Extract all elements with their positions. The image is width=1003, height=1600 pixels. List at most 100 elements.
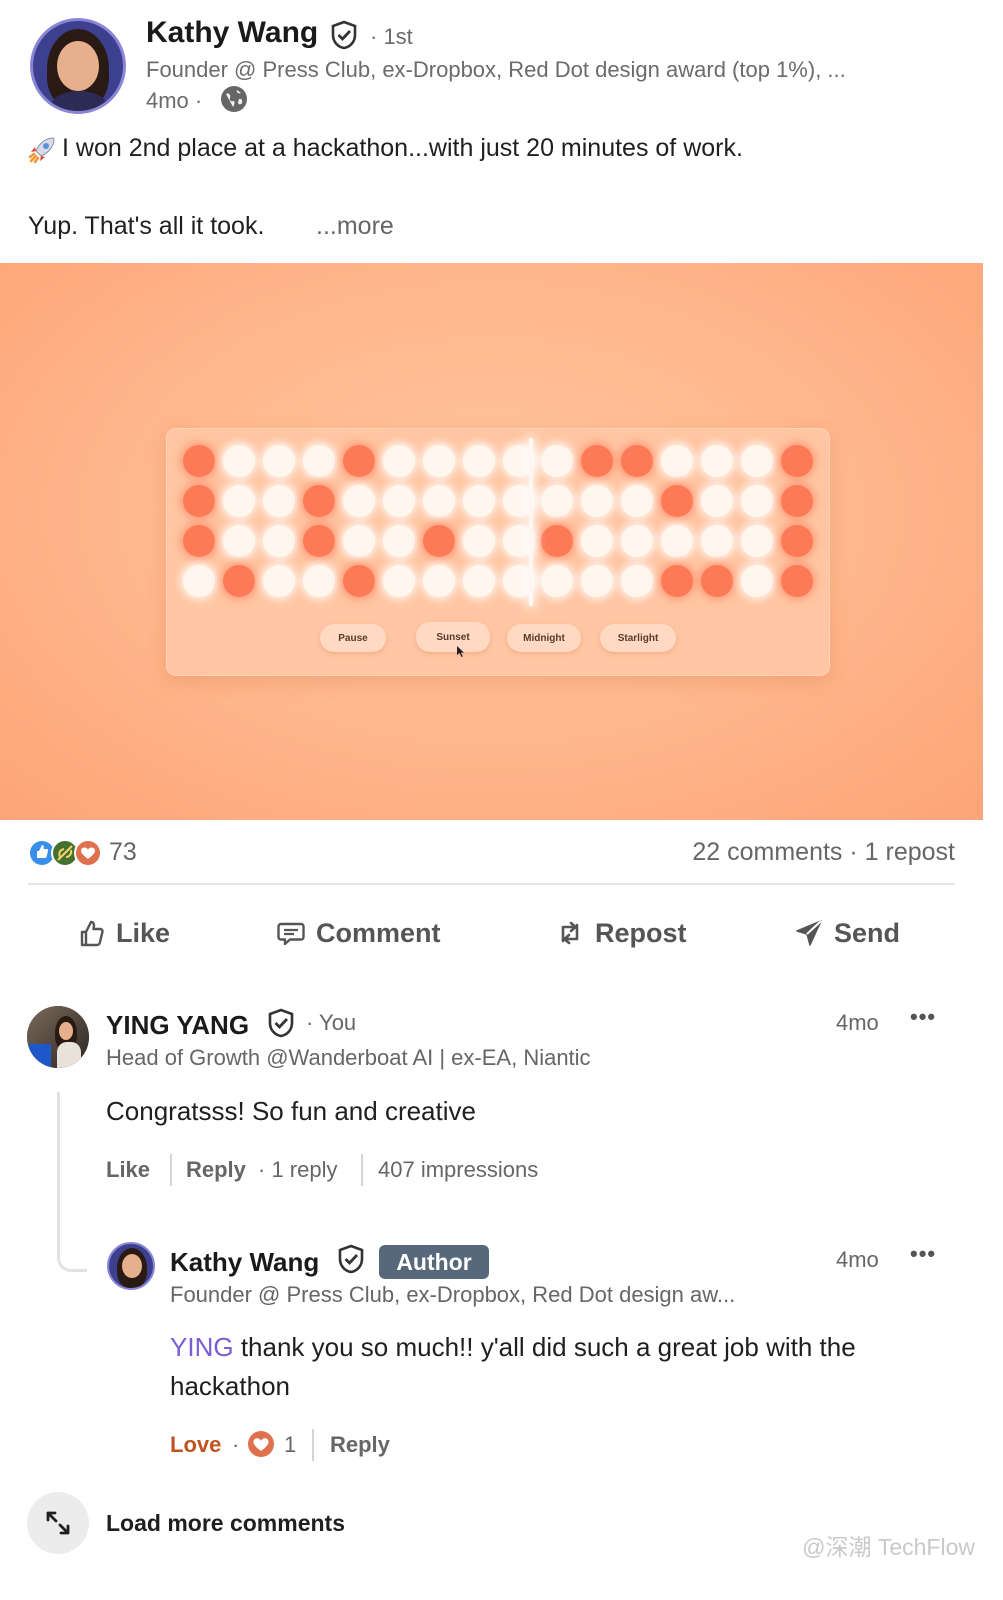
repost-label: Repost [595, 917, 687, 948]
led-dot [303, 525, 335, 557]
author-name[interactable]: Kathy Wang [146, 16, 318, 50]
led-dot [541, 445, 573, 477]
led-dot [383, 445, 415, 477]
love-separator: · [232, 1432, 240, 1457]
led-dot [701, 525, 733, 557]
you-label: · You [306, 1010, 357, 1035]
see-more-link[interactable]: ...more [316, 212, 394, 241]
led-dot [303, 565, 335, 597]
led-dot [463, 525, 495, 557]
watermark: @深潮 TechFlow [802, 1534, 975, 1560]
led-dot [383, 565, 415, 597]
reply-author-headline: Founder @ Press Club, ex-Dropbox, Red Do… [170, 1282, 736, 1307]
reactions-count[interactable]: 73 [109, 838, 137, 867]
led-dot [463, 485, 495, 517]
led-dot [263, 445, 295, 477]
comment-reply-button[interactable]: Reply [186, 1157, 246, 1183]
rocket-icon [27, 135, 57, 170]
post-text-line2: Yup. That's all it took. [28, 212, 265, 240]
verified-icon [337, 1244, 365, 1279]
led-dot [343, 445, 375, 477]
led-dot [383, 485, 415, 517]
author-avatar[interactable] [30, 18, 126, 114]
led-dot [423, 525, 455, 557]
send-button[interactable]: Send [794, 908, 900, 958]
impressions-count: 407 impressions [378, 1157, 539, 1182]
led-dot [183, 565, 215, 597]
comment-label: Comment [316, 917, 441, 948]
led-dot [223, 565, 255, 597]
led-dot [781, 565, 813, 597]
author-badge: Author [379, 1245, 489, 1279]
pause-button[interactable]: Pause [320, 624, 386, 652]
connection-degree: · 1st [370, 24, 413, 49]
led-dot [383, 525, 415, 557]
commenter-avatar[interactable] [27, 1006, 89, 1068]
comment-like-button[interactable]: Like [106, 1157, 150, 1183]
load-more-label[interactable]: Load more comments [106, 1510, 345, 1537]
led-dot [183, 445, 215, 477]
sunset-button[interactable]: Sunset [416, 622, 490, 652]
led-dot [423, 565, 455, 597]
thumbs-up-icon [80, 920, 104, 947]
led-dot [621, 445, 653, 477]
led-dot [741, 445, 773, 477]
reply-author-avatar[interactable] [107, 1242, 155, 1290]
love-reaction-button[interactable]: Love [170, 1432, 221, 1458]
led-grid-device: Pause Sunset Midnight Starlight [166, 428, 830, 676]
led-dot [701, 565, 733, 597]
midnight-button[interactable]: Midnight [507, 624, 581, 652]
reaction-icons[interactable] [28, 838, 108, 873]
led-dot [661, 565, 693, 597]
led-dot [423, 485, 455, 517]
reply-text-line1: thank you so much!! y'all did such a gre… [240, 1332, 856, 1362]
post-text-line1: I won 2nd place at a hackathon...with ju… [62, 134, 743, 162]
load-more-button[interactable] [27, 1492, 89, 1554]
love-reaction-icon [247, 1430, 275, 1463]
led-dot [621, 565, 653, 597]
led-dot [661, 485, 693, 517]
reply-more-icon[interactable]: ••• [910, 1241, 936, 1267]
repost-icon [561, 921, 579, 945]
led-dot [263, 525, 295, 557]
post-media[interactable]: Pause Sunset Midnight Starlight [0, 263, 983, 820]
led-dot [581, 565, 613, 597]
separator [361, 1154, 363, 1186]
led-dot [423, 445, 455, 477]
comment-button[interactable]: Comment [276, 908, 441, 958]
led-dot [741, 565, 773, 597]
led-dot [303, 445, 335, 477]
led-dot [741, 485, 773, 517]
led-dot [183, 525, 215, 557]
led-dot [701, 445, 733, 477]
comment-time: 4mo [836, 1010, 879, 1035]
led-dot [541, 525, 573, 557]
led-dot [263, 485, 295, 517]
led-dot [581, 525, 613, 557]
stats-divider [28, 883, 955, 885]
led-dot [463, 445, 495, 477]
globe-icon [220, 85, 248, 118]
comment-more-icon[interactable]: ••• [910, 1004, 936, 1030]
love-count[interactable]: 1 [284, 1432, 296, 1458]
led-dot [661, 445, 693, 477]
comment-text: Congratsss! So fun and creative [106, 1096, 476, 1126]
colon-bar [529, 438, 533, 606]
like-button[interactable]: Like [76, 908, 170, 958]
commenter-name[interactable]: YING YANG [106, 1010, 249, 1041]
mention-link[interactable]: YING [170, 1332, 234, 1362]
send-icon [796, 920, 822, 946]
starlight-button[interactable]: Starlight [600, 624, 676, 652]
led-dot [463, 565, 495, 597]
author-headline: Founder @ Press Club, ex-Dropbox, Red Do… [146, 57, 846, 82]
led-dot [303, 485, 335, 517]
comments-reposts-count[interactable]: 22 comments · 1 repost [692, 838, 955, 867]
led-dot [621, 485, 653, 517]
reply-count[interactable]: · 1 reply [258, 1157, 337, 1183]
repost-button[interactable]: Repost [555, 908, 687, 958]
verified-icon [330, 20, 358, 55]
verified-icon [267, 1008, 295, 1043]
reply-reply-button[interactable]: Reply [330, 1432, 390, 1458]
like-label: Like [116, 917, 171, 948]
reply-author-name[interactable]: Kathy Wang [170, 1247, 319, 1278]
